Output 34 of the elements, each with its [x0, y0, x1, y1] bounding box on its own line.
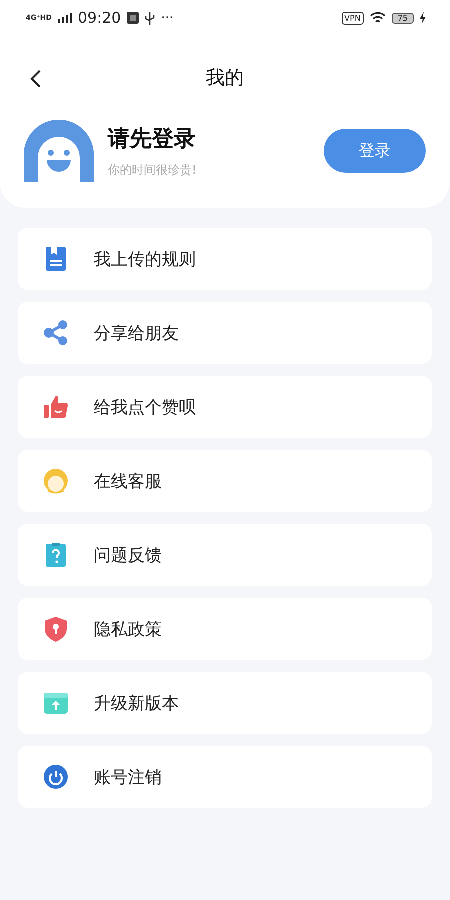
more-notifications: ···: [161, 10, 174, 26]
power-icon: [42, 763, 70, 791]
menu-item[interactable]: 我上传的规则: [18, 228, 432, 290]
wifi-icon: [370, 12, 386, 24]
menu-label: 在线客服: [94, 470, 162, 492]
menu-label: 我上传的规则: [94, 248, 196, 270]
thumbs-up-icon: [42, 393, 70, 421]
menu-item[interactable]: 问题反馈: [18, 524, 432, 586]
shield-icon: [42, 615, 70, 643]
avatar-icon: [24, 120, 94, 182]
menu-item[interactable]: 升级新版本: [18, 672, 432, 734]
menu-item[interactable]: 在线客服: [18, 450, 432, 512]
menu-item[interactable]: 隐私政策: [18, 598, 432, 660]
menu-label: 给我点个赞呗: [94, 396, 196, 418]
vpn-indicator: VPN: [342, 12, 364, 24]
menu-label: 问题反馈: [94, 544, 162, 566]
page-title: 我的: [206, 66, 244, 91]
menu-label: 分享给朋友: [94, 322, 179, 344]
usb-icon: [145, 12, 156, 24]
app-notification-icon: [127, 12, 140, 24]
status-time: 09:20: [78, 9, 122, 27]
user-name: 请先登录: [108, 126, 197, 154]
user-subtitle: 你的时间很珍贵!: [108, 162, 198, 178]
battery-level: 75: [392, 12, 414, 24]
share-icon: [42, 319, 70, 347]
menu-item[interactable]: 分享给朋友: [18, 302, 432, 364]
menu-label: 隐私政策: [94, 618, 162, 640]
signal-icon: [58, 13, 72, 23]
menu-label: 升级新版本: [94, 692, 179, 714]
menu-item[interactable]: 给我点个赞呗: [18, 376, 432, 438]
back-icon[interactable]: [30, 69, 42, 89]
menu-label: 账号注销: [94, 766, 162, 788]
charging-icon: [420, 12, 426, 24]
menu-item[interactable]: 账号注销: [18, 746, 432, 808]
